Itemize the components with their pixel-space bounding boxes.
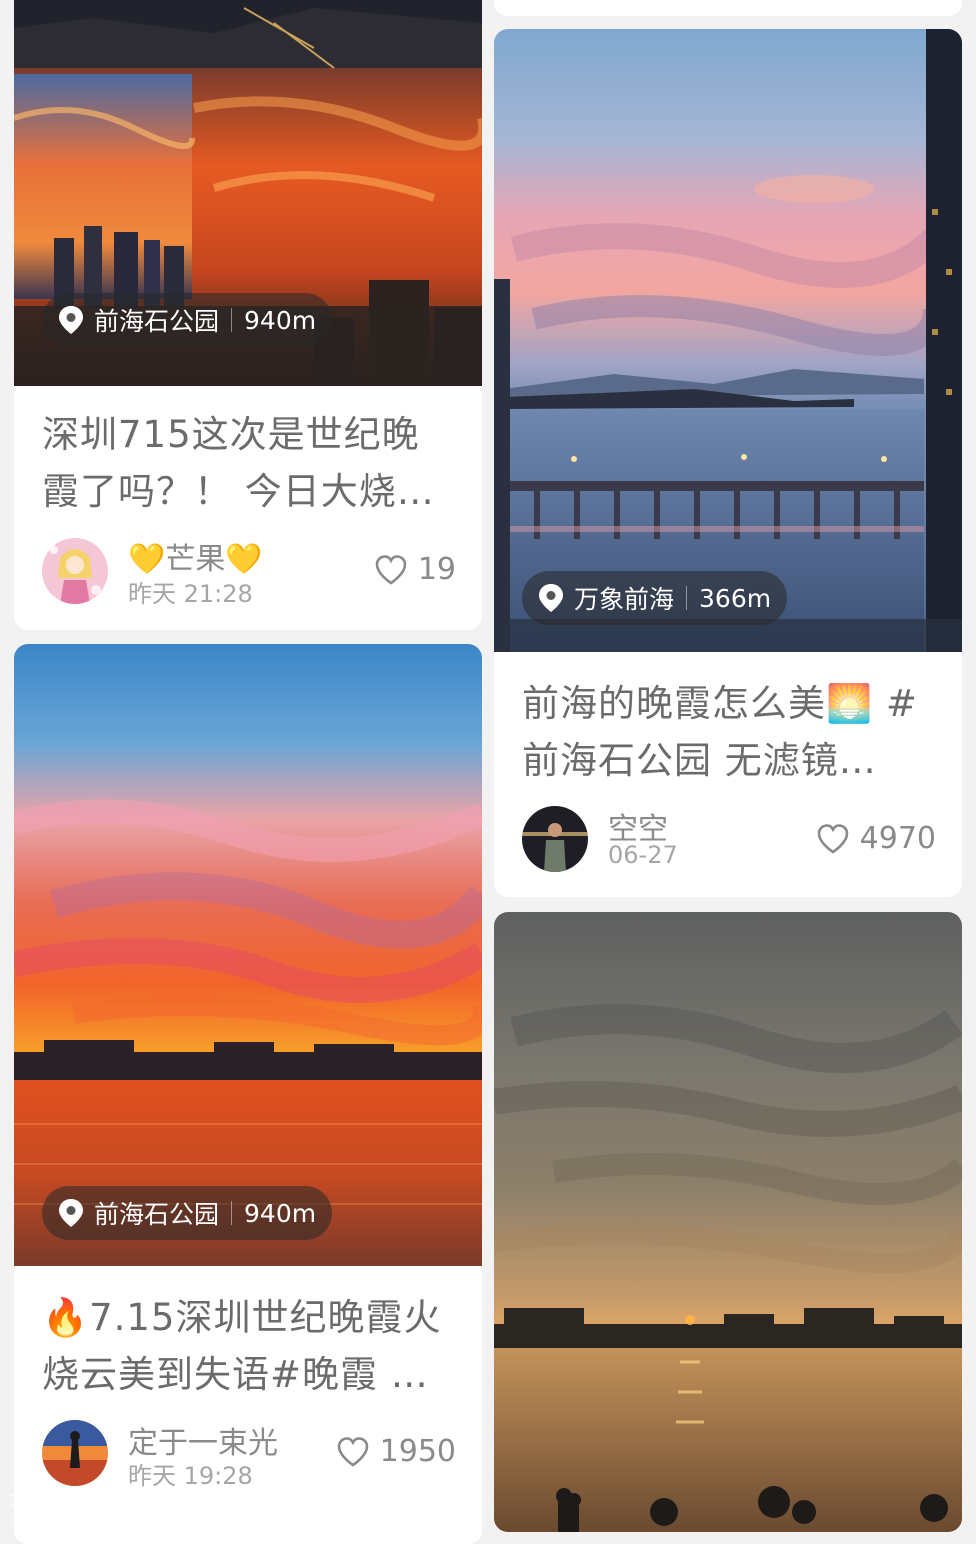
divider — [686, 586, 688, 610]
post-time: 06-27 — [608, 841, 678, 869]
watermark: 大数跨境 — [8, 1486, 88, 1510]
location-pin-icon — [59, 306, 83, 334]
author-name[interactable]: 💛芒果💛 — [128, 534, 263, 578]
location-tag[interactable]: 前海石公园 940m — [42, 1186, 333, 1240]
location-pin-icon — [59, 1199, 83, 1227]
avatar[interactable] — [42, 1420, 108, 1486]
location-name: 前海石公园 — [94, 307, 220, 336]
like-count: 1950 — [379, 1434, 456, 1469]
post-title[interactable]: 深圳715这次是世纪晚 霞了吗？！ 今日大烧… — [42, 406, 462, 520]
post-title[interactable]: 前海的晚霞怎么美🌅 # 前海石公园 无滤镜… — [522, 675, 942, 789]
avatar[interactable] — [42, 538, 108, 604]
location-tag[interactable]: 前海石公园 940m — [42, 293, 333, 347]
post-title-line: 前海的晚霞怎么美🌅 # — [522, 682, 918, 725]
heart-outline-icon — [817, 823, 848, 854]
post-card[interactable] — [494, 0, 962, 16]
avatar[interactable] — [522, 806, 588, 872]
heart-outline-icon — [337, 1436, 368, 1467]
like-count: 4970 — [859, 821, 936, 856]
like-button[interactable]: 1950 — [336, 1434, 456, 1469]
location-pin-icon — [539, 584, 563, 612]
post-card[interactable]: 万象前海 366m 前海的晚霞怎么美🌅 # 前海石公园 无滤镜… 空空 06-2… — [494, 29, 962, 897]
location-distance: 366m — [699, 583, 772, 613]
location-tag[interactable]: 万象前海 366m — [522, 571, 788, 625]
like-count: 19 — [417, 552, 456, 587]
post-title-line: 深圳715这次是世纪晚 — [42, 413, 420, 456]
post-title-line: 前海石公园 无滤镜… — [522, 739, 877, 782]
post-title-line: 烧云美到失语#晚霞 … — [42, 1353, 429, 1396]
like-button[interactable]: 19 — [374, 552, 456, 587]
post-photo[interactable] — [494, 912, 962, 1532]
post-time: 昨天 21:28 — [128, 580, 253, 608]
post-card[interactable] — [494, 912, 962, 1532]
location-name: 万象前海 — [574, 585, 675, 614]
post-photo[interactable]: 前海石公园 940m — [14, 0, 482, 386]
like-button[interactable]: 4970 — [816, 821, 936, 856]
location-distance: 940m — [244, 305, 317, 335]
post-photo[interactable]: 前海石公园 940m — [14, 644, 482, 1266]
divider — [231, 1201, 233, 1225]
location-distance: 940m — [244, 1198, 317, 1228]
post-card[interactable]: 前海石公园 940m 🔥7.15深圳世纪晚霞火 烧云美到失语#晚霞 … 定于一束… — [14, 644, 482, 1544]
post-card[interactable]: 前海石公园 940m 深圳715这次是世纪晚 霞了吗？！ 今日大烧… 💛芒果💛 … — [14, 0, 482, 630]
post-title-line: 🔥7.15深圳世纪晚霞火 — [42, 1296, 442, 1339]
post-time: 昨天 19:28 — [128, 1462, 253, 1490]
post-photo[interactable]: 万象前海 366m — [494, 29, 962, 652]
post-title[interactable]: 🔥7.15深圳世纪晚霞火 烧云美到失语#晚霞 … — [42, 1289, 462, 1403]
location-name: 前海石公园 — [94, 1200, 220, 1229]
heart-outline-icon — [375, 554, 407, 585]
post-title-line: 霞了吗？！ 今日大烧… — [42, 470, 435, 513]
divider — [231, 308, 233, 332]
